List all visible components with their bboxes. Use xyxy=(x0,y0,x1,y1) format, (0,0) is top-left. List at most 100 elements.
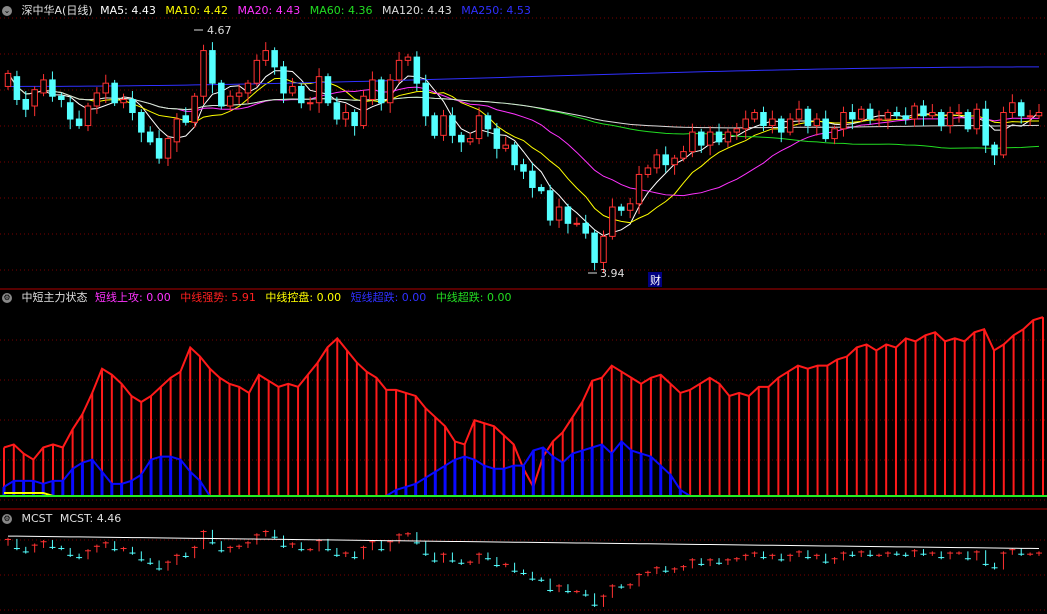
mid-control-label: 中线控盘: 0.00 xyxy=(265,291,342,304)
candle-body xyxy=(1026,115,1034,118)
candle-body xyxy=(849,112,856,120)
candle-body xyxy=(315,76,323,104)
candle-body xyxy=(591,232,598,263)
candle-body xyxy=(698,131,705,146)
candle-body xyxy=(209,50,216,84)
ma5-label: MA5: 4.43 xyxy=(100,4,156,17)
short-attack-label: 短线上攻: 0.00 xyxy=(95,291,171,304)
candle-body xyxy=(511,144,518,166)
candle-body xyxy=(378,79,385,104)
candle-body xyxy=(395,59,403,81)
gear-icon[interactable]: ⚙ xyxy=(2,293,12,303)
candle-body xyxy=(111,82,118,104)
candle-body xyxy=(929,112,936,117)
candle-body xyxy=(173,118,181,143)
moving-average-lines xyxy=(7,66,1040,237)
candle-body xyxy=(600,235,607,263)
candle-body xyxy=(680,151,687,159)
candle-body xyxy=(973,108,981,130)
candle-body xyxy=(644,167,652,175)
candle-body xyxy=(182,115,190,123)
candle-body xyxy=(440,115,447,136)
candle-body xyxy=(84,105,92,127)
candle-body xyxy=(555,206,563,221)
candle-body xyxy=(786,118,794,133)
candle-body xyxy=(404,56,412,61)
candle-body xyxy=(582,222,589,234)
candle-body xyxy=(733,128,741,133)
ma60-line xyxy=(7,73,1040,149)
candle-body xyxy=(760,112,767,127)
candle-body xyxy=(742,118,749,130)
finance-badge[interactable]: 财 xyxy=(650,273,661,287)
candle-body xyxy=(493,128,501,149)
candle-body xyxy=(298,85,305,104)
candle-body xyxy=(991,144,998,156)
candle-body xyxy=(538,186,545,192)
candle-body xyxy=(920,105,927,117)
candle-body xyxy=(937,112,945,127)
main-panel-title: 深中华A(日线) xyxy=(21,4,93,17)
candle-body xyxy=(449,115,456,136)
candle-body xyxy=(475,115,483,140)
candle-body xyxy=(484,115,492,130)
ma10-line xyxy=(7,73,1039,224)
gear-icon[interactable]: ⚙ xyxy=(2,514,12,524)
ma5-line xyxy=(7,70,1040,237)
grid-lines xyxy=(0,17,1047,611)
candle-body xyxy=(1035,112,1043,117)
candle-body xyxy=(902,115,909,120)
candle-body xyxy=(662,154,669,166)
candle-body xyxy=(129,98,136,114)
mid-strong-label: 中线强势: 5.91 xyxy=(180,291,256,304)
candle-body xyxy=(769,118,776,127)
candle-body xyxy=(671,157,678,166)
short-oversold-label: 短线超跌: 0.00 xyxy=(350,291,427,304)
low-price-marker: 3.94 xyxy=(600,267,625,280)
candle-body xyxy=(1000,112,1007,156)
high-price-marker: 4.67 xyxy=(207,24,232,37)
candle-body xyxy=(875,118,883,121)
candle-body xyxy=(58,95,65,100)
candle-body xyxy=(164,138,172,159)
candle-body xyxy=(564,206,572,224)
candle-body xyxy=(884,112,892,120)
candle-body xyxy=(218,82,225,107)
candle-body xyxy=(253,59,261,84)
candle-body xyxy=(235,92,243,97)
candle-body xyxy=(840,112,847,130)
candle-body xyxy=(226,95,234,107)
candle-body xyxy=(813,118,821,127)
chevron-down-icon[interactable]: ⌄ xyxy=(2,6,12,16)
candle-body xyxy=(342,112,349,120)
candle-body xyxy=(466,138,474,143)
candle-body xyxy=(831,128,838,140)
candle-body xyxy=(502,144,509,149)
ma120-line xyxy=(7,73,1040,129)
candle-body xyxy=(22,98,30,110)
candle-body xyxy=(946,112,954,127)
candle-body xyxy=(324,76,332,104)
candle-body xyxy=(31,89,38,107)
candle-body xyxy=(822,118,829,140)
candle-body xyxy=(13,76,21,100)
stock-chart[interactable]: 4.67 3.94 财 xyxy=(0,0,1047,614)
mcst-panel-legend: ⚙ MCST MCST: 4.46 xyxy=(2,511,127,527)
candle-body xyxy=(964,112,972,130)
status-panel-legend: ⚙ 中短主力状态 短线上攻: 0.00 中线强势: 5.91 中线控盘: 0.0… xyxy=(2,290,518,306)
candle-body xyxy=(413,56,421,84)
candle-body xyxy=(422,82,429,117)
candle-body xyxy=(386,79,394,104)
candle-body xyxy=(75,118,83,127)
candle-body xyxy=(573,222,581,225)
candle-body xyxy=(66,102,74,120)
mcst-label: MCST: 4.46 xyxy=(59,512,122,525)
candle-body xyxy=(706,131,714,146)
candle-body xyxy=(431,115,438,136)
ma10-label: MA10: 4.42 xyxy=(165,4,229,17)
candle-body xyxy=(609,206,616,237)
candle-body xyxy=(200,50,207,97)
candle-body xyxy=(120,98,127,104)
status-panel-title: 中短主力状态 xyxy=(21,291,88,304)
candle-body xyxy=(653,154,661,169)
